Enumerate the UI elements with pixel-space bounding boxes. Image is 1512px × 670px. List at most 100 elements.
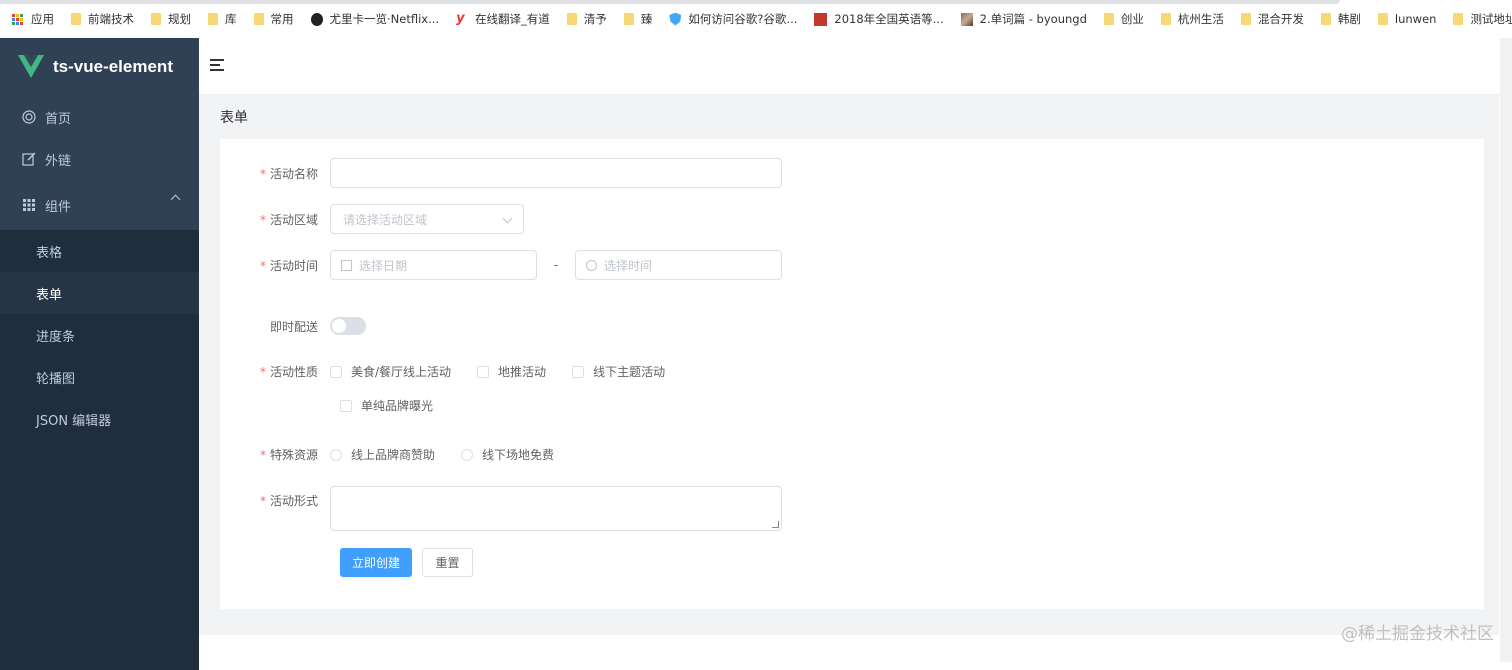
bookmark-label: lunwen [1394, 12, 1437, 26]
type-checkbox[interactable]: 单纯品牌曝光 [340, 397, 433, 414]
required-mark: * [259, 494, 266, 508]
clock-icon [586, 259, 597, 271]
sidebar-subitem-progress[interactable]: 进度条 [0, 314, 199, 356]
radio-label: 线下场地免费 [482, 448, 555, 462]
bookmark-label: 2.单词篇 - byoungd [979, 12, 1087, 26]
field-label: * 活动形式 [220, 486, 330, 509]
delivery-switch[interactable] [330, 317, 366, 335]
bookmark-item[interactable]: 杭州生活 [1160, 11, 1224, 27]
required-mark: * [259, 166, 266, 181]
bookmark-label: 测试地址 [1470, 12, 1512, 26]
bookmark-item[interactable]: 常用 [253, 11, 294, 27]
time-picker[interactable]: 选择时间 [575, 250, 782, 280]
folder-icon [253, 13, 264, 25]
bookmark-item[interactable]: 韩剧 [1320, 11, 1361, 27]
form-row-type-cont: 单纯品牌曝光 [340, 397, 459, 414]
bookmark-label: 臻 [640, 12, 653, 26]
bookmark-item[interactable]: 库 [208, 11, 237, 27]
bookmark-label: 常用 [270, 12, 294, 26]
time-placeholder: 选择时间 [604, 258, 653, 273]
required-mark: * [259, 365, 266, 379]
navbar [199, 38, 1512, 95]
form-row-type: * 活动性质 美食/餐厅线上活动 地推活动 线下主题活动 [220, 363, 691, 380]
field-label: 即时配送 [220, 318, 330, 335]
region-select[interactable]: 请选择活动区域 [330, 204, 524, 234]
form-row-name: * 活动名称 [220, 158, 782, 188]
edit-link-icon [22, 152, 36, 166]
sidebar-item-label: 外链 [45, 153, 72, 169]
sidebar-subitem-table[interactable]: 表格 [0, 230, 199, 272]
folder-icon [208, 13, 218, 25]
type-checkbox[interactable]: 美食/餐厅线上活动 [330, 363, 451, 380]
sidebar-item-label: 轮播图 [36, 371, 76, 387]
bookmark-label: 应用 [31, 12, 54, 26]
type-checkbox[interactable]: 线下主题活动 [572, 363, 665, 380]
bookmark-item[interactable]: 混合开发 [1240, 11, 1304, 27]
checkbox-label: 地推活动 [498, 365, 547, 379]
label-text: 活动形式 [269, 494, 318, 508]
sidebar-item-label: 组件 [45, 199, 72, 215]
bookmark-item[interactable]: 清予 [566, 11, 607, 27]
bookmark-label: 杭州生活 [1177, 12, 1224, 26]
bookmark-item[interactable]: 前端技术 [71, 11, 134, 27]
brand-logo[interactable]: ts-vue-element [0, 38, 199, 96]
submenu: 表格 表单 进度条 轮播图 JSON 编辑器 [0, 230, 199, 670]
sidebar-item-external-link[interactable]: 外链 [0, 138, 199, 180]
form-card: * 活动名称 * 活动区域 请选择活动区域 * 活动时间 选择日期 - 选择时间… [220, 139, 1484, 609]
checkbox-label: 单纯品牌曝光 [361, 399, 434, 413]
checkbox-label: 美食/餐厅线上活动 [351, 365, 452, 379]
bookmark-item[interactable]: 臻 [623, 11, 653, 27]
checkbox-box [330, 365, 342, 378]
form-row-region: * 活动区域 请选择活动区域 [220, 204, 524, 234]
bookmark-label: 尤里卡一览·Netflix... [329, 12, 440, 26]
date-picker[interactable]: 选择日期 [330, 250, 537, 280]
page-scrollbar[interactable] [1500, 38, 1512, 662]
resource-radio[interactable]: 线下场地免费 [461, 446, 554, 463]
bookmark-item[interactable]: 2018年全国英语等... [814, 11, 944, 27]
bookmark-item[interactable]: 测试地址 [1453, 11, 1512, 27]
type-checkbox[interactable]: 地推活动 [477, 363, 546, 380]
chevron-down-icon [502, 213, 513, 224]
bookmark-item[interactable]: y 在线翻译_有道 [456, 11, 550, 27]
folder-icon [151, 13, 161, 25]
folder-icon [1160, 13, 1171, 25]
brand-title: ts-vue-element [53, 57, 173, 76]
bookmark-label: 韩剧 [1337, 12, 1361, 26]
bookmark-item[interactable]: 规划 [151, 11, 191, 27]
form-row-delivery: 即时配送 [220, 317, 366, 335]
date-placeholder: 选择日期 [359, 258, 408, 273]
resource-radio[interactable]: 线上品牌商赞助 [330, 446, 435, 463]
hamburger-menu-icon[interactable] [210, 59, 224, 71]
main-area: 表单 * 活动名称 * 活动区域 请选择活动区域 * 活动时间 选择日期 - 选… [199, 38, 1512, 662]
bookmark-item[interactable]: 尤里卡一览·Netflix... [310, 11, 440, 27]
bookmark-label: 混合开发 [1257, 12, 1304, 26]
sidebar-item-home[interactable]: 首页 [0, 96, 199, 138]
bookmark-label: 在线翻译_有道 [475, 12, 550, 26]
sidebar-subitem-form[interactable]: 表单 [0, 272, 199, 314]
checkbox-box [477, 365, 490, 378]
label-text: 活动时间 [269, 258, 318, 273]
bookmark-label: 规划 [168, 12, 191, 26]
sidebar-item-label: 表单 [36, 287, 63, 303]
bookmark-item[interactable]: 2.单词篇 - byoungd [960, 11, 1087, 27]
bookmark-label: 前端技术 [88, 12, 134, 26]
sidebar-subitem-json-editor[interactable]: JSON 编辑器 [0, 398, 199, 440]
bookmark-apps[interactable]: 应用 [12, 11, 54, 27]
bookmark-item[interactable]: 如何访问谷歌?谷歌... [669, 11, 797, 27]
page-title: 表单 [220, 110, 248, 126]
required-mark: * [259, 212, 266, 227]
radio-circle [330, 448, 342, 461]
checkbox-box [340, 399, 352, 412]
activity-form-textarea[interactable] [330, 486, 782, 531]
bookmark-item[interactable]: 创业 [1103, 11, 1144, 27]
sidebar-item-components[interactable]: 组件 [0, 180, 199, 230]
red-square-icon [814, 12, 828, 26]
bookmark-item[interactable]: lunwen [1377, 12, 1437, 26]
activity-name-input[interactable] [330, 158, 782, 188]
chevron-up-icon [170, 194, 181, 205]
sidebar-subitem-carousel[interactable]: 轮播图 [0, 356, 199, 398]
reset-button[interactable]: 重置 [422, 548, 473, 577]
dashboard-icon [22, 110, 36, 124]
create-button[interactable]: 立即创建 [340, 548, 412, 577]
folder-icon [1320, 13, 1331, 25]
